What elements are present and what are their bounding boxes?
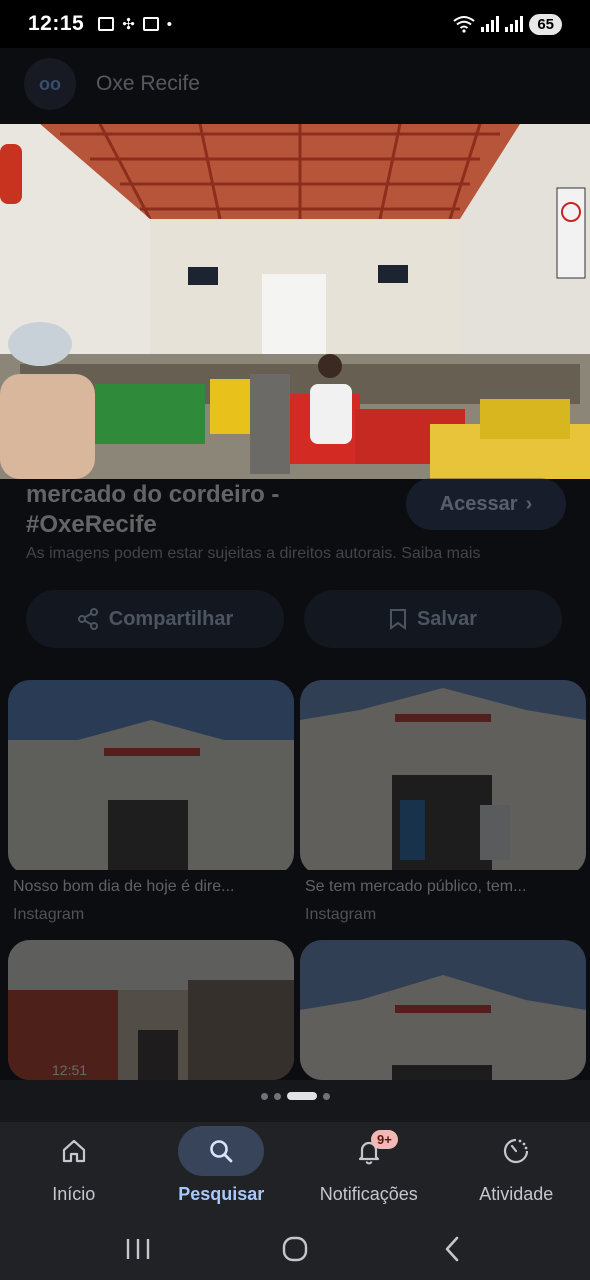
nav-label-home: Início bbox=[52, 1184, 96, 1204]
related-result-card[interactable] bbox=[300, 940, 586, 1080]
pager-dot[interactable] bbox=[322, 1092, 330, 1100]
nav-item-notifications[interactable]: 9+ Notificações bbox=[295, 1122, 443, 1218]
site-name: Oxe Recife bbox=[96, 72, 200, 95]
notification-badge: 9+ bbox=[371, 1130, 398, 1149]
nav-label-search: Pesquisar bbox=[178, 1184, 265, 1204]
video-duration: 12:51 bbox=[52, 1062, 88, 1078]
recent-apps-icon bbox=[127, 1239, 150, 1259]
nav-item-home[interactable]: Início bbox=[0, 1122, 148, 1218]
status-icons-right: 65 bbox=[453, 13, 562, 35]
home-icon bbox=[62, 1139, 85, 1163]
market-hall-photo bbox=[0, 124, 590, 479]
activity-icon bbox=[504, 1138, 529, 1164]
search-icon bbox=[210, 1140, 233, 1163]
status-time: 12:15 bbox=[28, 12, 85, 35]
card-image bbox=[300, 940, 586, 1080]
status-icons-left: ✣ • bbox=[98, 15, 172, 33]
related-result-card[interactable]: 12:51 bbox=[8, 940, 294, 1080]
system-navigation-bar bbox=[0, 1218, 590, 1280]
home-circle-icon bbox=[282, 1236, 308, 1262]
recent-apps-button[interactable] bbox=[118, 1229, 158, 1269]
status-bar: 12:15 ✣ • 65 bbox=[0, 0, 590, 48]
copyright-notice[interactable]: As imagens podem estar sujeitas a direit… bbox=[26, 545, 480, 563]
card-source: Instagram bbox=[13, 906, 85, 923]
pager-bar bbox=[0, 1080, 590, 1122]
related-result-card[interactable] bbox=[8, 680, 294, 875]
card-image bbox=[8, 680, 294, 870]
related-result-card[interactable] bbox=[300, 680, 586, 875]
access-button[interactable]: Acessar › bbox=[406, 478, 566, 530]
share-button[interactable]: Compartilhar bbox=[26, 590, 284, 648]
pdf-icon bbox=[98, 17, 115, 31]
nav-label-notifications: Notificações bbox=[319, 1184, 418, 1204]
card-caption[interactable]: Nosso bom dia de hoje é dire... bbox=[13, 878, 295, 896]
fan-icon: ✣ bbox=[122, 16, 135, 33]
share-label: Compartilhar bbox=[108, 607, 234, 630]
pager-dots bbox=[0, 1092, 590, 1100]
nav-item-search[interactable]: Pesquisar bbox=[148, 1122, 296, 1218]
save-label: Salvar bbox=[416, 607, 478, 630]
notification-dot: • bbox=[166, 15, 173, 33]
site-header[interactable]: oo Oxe Recife bbox=[24, 58, 200, 110]
save-button[interactable]: Salvar bbox=[304, 590, 562, 648]
card-image bbox=[300, 680, 586, 870]
back-chevron-icon bbox=[445, 1236, 458, 1262]
nav-item-activity[interactable]: Atividade bbox=[443, 1122, 590, 1218]
pager-dot[interactable] bbox=[273, 1092, 281, 1100]
signal-icon bbox=[505, 16, 524, 32]
battery-indicator: 65 bbox=[529, 13, 562, 35]
search-result-detail: oo Oxe Recife mercado do cordeiro - #Oxe… bbox=[0, 48, 590, 1080]
home-button[interactable] bbox=[275, 1229, 315, 1269]
nav-label-activity: Atividade bbox=[479, 1184, 554, 1204]
card-caption[interactable]: Se tem mercado público, tem... bbox=[305, 878, 587, 896]
access-label: Acessar bbox=[439, 492, 518, 515]
signal-icon bbox=[481, 16, 500, 32]
share-icon bbox=[77, 608, 98, 630]
bookmark-icon bbox=[389, 609, 406, 630]
pager-dot-active[interactable] bbox=[286, 1092, 317, 1100]
card-image bbox=[8, 940, 294, 1080]
scan-icon bbox=[142, 17, 159, 31]
main-image[interactable] bbox=[0, 124, 590, 479]
back-button[interactable] bbox=[432, 1229, 472, 1269]
wifi-icon bbox=[453, 16, 475, 33]
card-source: Instagram bbox=[305, 906, 377, 923]
result-title[interactable]: mercado do cordeiro - #OxeRecife bbox=[26, 480, 396, 540]
chevron-right-icon: › bbox=[525, 492, 533, 515]
pager-dot[interactable] bbox=[260, 1092, 268, 1100]
site-logo: oo bbox=[24, 58, 76, 110]
bottom-navigation: Início Pesquisar 9+ Notificações Ativida… bbox=[0, 1122, 590, 1218]
